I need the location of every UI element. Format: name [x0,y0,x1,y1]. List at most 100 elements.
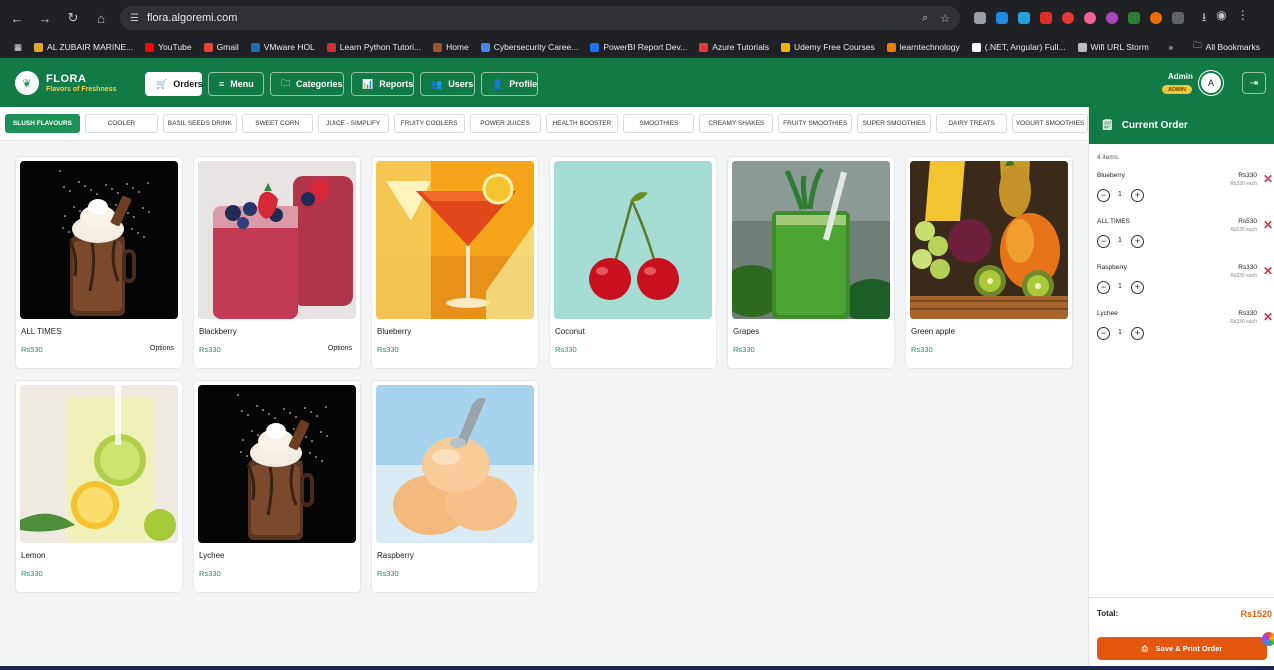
extensions-row [974,12,1184,24]
product-options-button[interactable]: Options [150,345,174,352]
product-options-button[interactable]: Options [328,345,352,352]
category-tab[interactable]: HEALTH BOOSTER [545,114,619,133]
address-bar[interactable]: ☰ flora.algoremi.com ⌕ ☆ [120,6,960,30]
nav-categories-button[interactable]: 🗀 Categories [270,72,344,96]
site-info-icon[interactable]: ☰ [130,13,139,24]
category-tab[interactable]: BASIL SEEDS DRINK [162,114,237,133]
reload-icon[interactable]: ↻ [66,10,80,26]
bookmark-favicon-icon [250,42,260,52]
remove-item-icon[interactable]: ✕ [1263,218,1273,232]
increase-qty-button[interactable]: + [1131,189,1144,202]
category-tab[interactable]: SWEET CORN [241,114,313,133]
extension-cookie-icon[interactable] [1150,12,1162,24]
avatar[interactable]: A [1199,71,1223,95]
logout-button[interactable]: ⇥ [1242,72,1266,94]
bookmark-item[interactable]: learntechnology [881,42,966,52]
decrease-qty-button[interactable]: − [1097,327,1110,340]
product-image [376,385,534,543]
nav-orders-button[interactable]: 🛒 Orders [145,72,203,96]
save-print-order-button[interactable]: ⎙ Save & Print Order [1097,637,1267,660]
nav-label: Profile [509,79,538,89]
category-tab[interactable]: DAIRY TREATS [936,114,1008,133]
product-name: Green apple [911,327,956,336]
category-tab[interactable]: FRUITY COOLERS [393,114,465,133]
app-header: ❦ FLORA Flavors of Freshness 🛒 Orders ≡ Men… [0,58,1274,107]
product-card[interactable]: Blackberry Rs330 Options [193,156,361,369]
category-tab[interactable]: CREAMY SHAKES [699,114,774,133]
extension-a-icon[interactable] [1128,12,1140,24]
bookmarks-bar: ▦ AL ZUBAIR MARINE... YouTube Gmail VMware … [0,36,1274,58]
bookmark-item[interactable]: YouTube [139,42,197,52]
product-card[interactable]: ALL TIMES Rs530 Options [15,156,183,369]
bookmark-item[interactable]: Learn Python Tutori... [321,42,427,52]
product-card[interactable]: Lemon Rs330 [15,380,183,593]
bookmark-item[interactable]: VMware HOL [245,42,321,52]
extension-record-icon[interactable] [1040,12,1052,24]
home-icon[interactable]: ⌂ [94,11,108,26]
bookmark-item[interactable]: Home [427,42,475,52]
nav-profile-button[interactable]: 👤 Profile [481,72,538,96]
increase-qty-button[interactable]: + [1131,235,1144,248]
profile-icon[interactable]: ◉ [1216,8,1226,29]
bookmark-item[interactable]: Cybersecurity Caree... [475,42,585,52]
extension-check-icon[interactable] [1018,12,1030,24]
increase-qty-button[interactable]: + [1131,327,1144,340]
remove-item-icon[interactable]: ✕ [1263,310,1273,324]
decrease-qty-button[interactable]: − [1097,281,1110,294]
bookmark-item[interactable]: AL ZUBAIR MARINE... [28,42,139,52]
bookmark-favicon-icon [971,42,981,52]
forward-icon[interactable]: → [38,11,52,26]
bookmark-item[interactable]: Udemy Free Courses [775,42,881,52]
product-card[interactable]: Grapes Rs330 [727,156,895,369]
category-tab[interactable]: JUICE - SIMPLIFY [317,114,389,133]
all-bookmarks-folder[interactable]: 🗀 All Bookmarks [1187,40,1266,54]
bookmark-item[interactable]: Gmail [198,42,245,52]
assistant-fab-icon[interactable] [1262,632,1274,646]
category-tab[interactable]: YOGURT SMOOTHIES [1012,114,1088,133]
category-tab[interactable]: COOLER [84,114,158,133]
apps-icon[interactable]: ▦ [8,42,28,53]
more-bookmarks-button[interactable]: » [1168,42,1173,52]
decrease-qty-button[interactable]: − [1097,189,1110,202]
product-card[interactable]: Coconut Rs330 [549,156,717,369]
zoom-icon[interactable]: ⌕ [922,12,928,25]
product-card[interactable]: Raspberry Rs330 [371,380,539,593]
nav-menu-button[interactable]: ≡ Menu [208,72,264,96]
bookmark-label: AL ZUBAIR MARINE... [47,42,134,52]
category-tab[interactable]: SUPER SMOOTHIES [857,114,932,133]
nav-reports-button[interactable]: 📊 Reports [351,72,414,96]
category-tab[interactable]: POWER JUICES [469,114,541,133]
back-icon[interactable]: ← [10,11,24,26]
extension-puzzle-icon[interactable] [1172,12,1184,24]
category-tab[interactable]: SMOOTHIES [623,114,695,133]
browser-menu-icon[interactable]: ⋮ [1237,8,1249,29]
remove-item-icon[interactable]: ✕ [1263,264,1273,278]
bookmark-star-icon[interactable]: ☆ [940,12,950,25]
bookmark-favicon-icon [326,42,336,52]
product-card[interactable]: Lychee Rs330 [193,380,361,593]
bookmark-item[interactable]: (.NET, Angular) Full... [966,42,1072,52]
bookmark-item[interactable]: Wifi URL Storm [1072,42,1155,52]
extension-drop-icon[interactable] [1062,12,1074,24]
bookmark-item[interactable]: PowerBI Report Dev... [584,42,693,52]
product-image [20,385,178,543]
product-image [376,161,534,319]
product-card[interactable]: Green apple Rs330 [905,156,1073,369]
download-icon[interactable]: ⭳ [1202,8,1206,29]
category-tab[interactable]: SLUSH FLAVOURS [5,114,80,133]
product-card[interactable]: Blueberry Rs330 [371,156,539,369]
extension-circle-icon[interactable] [1084,12,1096,24]
extension-ring-icon[interactable] [1106,12,1118,24]
extension-m-icon[interactable] [996,12,1008,24]
bookmark-item[interactable]: Azure Tutorials [693,42,775,52]
decrease-qty-button[interactable]: − [1097,235,1110,248]
folder-icon: 🗀 [1193,40,1202,50]
product-price: Rs330 [199,345,221,354]
nav-users-button[interactable]: 👥 Users [420,72,475,96]
increase-qty-button[interactable]: + [1131,281,1144,294]
product-name: Raspberry [377,551,414,560]
category-tab[interactable]: FRUITY SMOOTHIES [778,114,853,133]
order-item-unit-price: Rs530 each [1230,227,1257,233]
remove-item-icon[interactable]: ✕ [1263,172,1273,186]
extension-camera-icon[interactable] [974,12,986,24]
